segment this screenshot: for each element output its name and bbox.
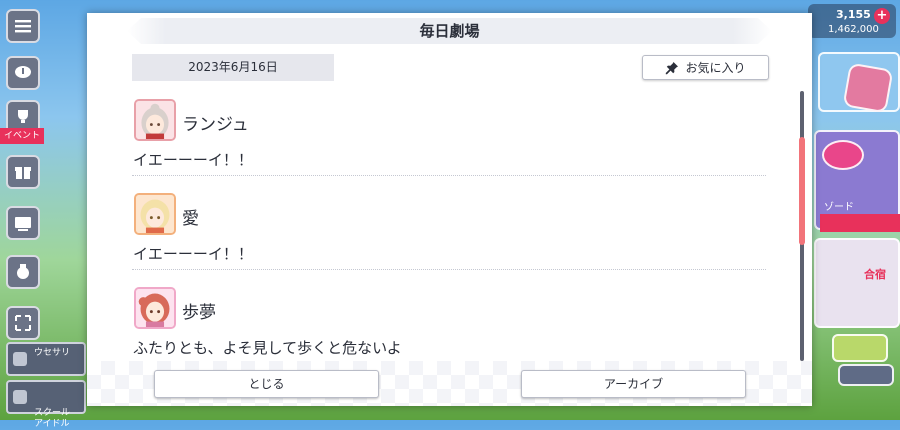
- theater-button[interactable]: [6, 206, 40, 240]
- avatar-lanzhu: [134, 99, 176, 141]
- chat-bubble-icon: [15, 66, 31, 78]
- archive-button[interactable]: アーカイブ: [521, 370, 746, 398]
- chat-button[interactable]: [6, 56, 40, 90]
- speaker-name: 歩夢: [182, 303, 216, 323]
- mascot-badge: [842, 62, 894, 114]
- speaker-name: 愛: [182, 209, 199, 229]
- right-panel-middle-label: ゾード: [824, 202, 854, 213]
- favorite-label: お気に入り: [685, 61, 746, 75]
- school-idol-label: スクール アイドル: [34, 408, 71, 429]
- trophy-cup-icon: [18, 110, 28, 123]
- accessory-label: ウセサリ: [34, 348, 71, 358]
- ranking-button[interactable]: [6, 255, 40, 289]
- present-button[interactable]: [6, 155, 40, 189]
- currency-display: 3,155 1,462,000 +: [808, 4, 896, 38]
- school-idol-tile[interactable]: スクール アイドル: [6, 380, 86, 429]
- event-tag: イベント: [0, 128, 44, 144]
- daily-theater-dialog: 毎日劇場 2023年6月16日 お気に入り ランジュ イエーーーイ！！ 愛 イエ…: [87, 13, 812, 406]
- heart-icon: [822, 140, 864, 170]
- right-panel-lower[interactable]: 合宿: [814, 238, 900, 328]
- hamburger-menu-icon: [15, 20, 31, 33]
- add-currency-button[interactable]: +: [874, 8, 890, 24]
- dialogue-line: イエーーーイ！！: [133, 151, 253, 169]
- right-panel-green: [832, 334, 888, 362]
- dialogue-line: イエーーーイ！！: [133, 245, 253, 263]
- pin-icon: [666, 61, 679, 74]
- right-panel-bottom[interactable]: [838, 364, 894, 386]
- dialog-title: 毎日劇場: [127, 18, 772, 44]
- right-event-tag: [820, 214, 900, 232]
- dialogue-list[interactable]: ランジュ イエーーーイ！！ 愛 イエーーーイ！！ 歩夢 ふたりとも、よそ見して歩…: [132, 93, 772, 359]
- entry-divider: [132, 175, 766, 176]
- dialogue-line: ふたりとも、よそ見して歩くと危ないよ: [133, 339, 402, 357]
- date-label: 2023年6月16日: [132, 54, 334, 81]
- gift-icon: [15, 167, 31, 179]
- currency-primary: 3,155: [836, 8, 871, 21]
- expand-icon: [15, 315, 31, 331]
- avatar-ai: [134, 193, 176, 235]
- expand-button[interactable]: [6, 306, 40, 340]
- school-idol-icon: [13, 390, 27, 404]
- camp-label: 合宿: [864, 268, 886, 281]
- favorite-button[interactable]: お気に入り: [642, 55, 769, 80]
- scrollbar-thumb[interactable]: [799, 137, 805, 245]
- entry-divider: [132, 269, 766, 270]
- avatar-ayumu: [134, 287, 176, 329]
- accessory-icon: [13, 352, 27, 366]
- accessory-tile[interactable]: ウセサリ: [6, 342, 86, 376]
- medal-icon: [17, 264, 29, 279]
- theater-screen-icon: [15, 217, 31, 231]
- menu-button[interactable]: [6, 9, 40, 43]
- close-button[interactable]: とじる: [154, 370, 379, 398]
- currency-secondary: 1,462,000: [828, 24, 879, 35]
- speaker-name: ランジュ: [182, 115, 249, 135]
